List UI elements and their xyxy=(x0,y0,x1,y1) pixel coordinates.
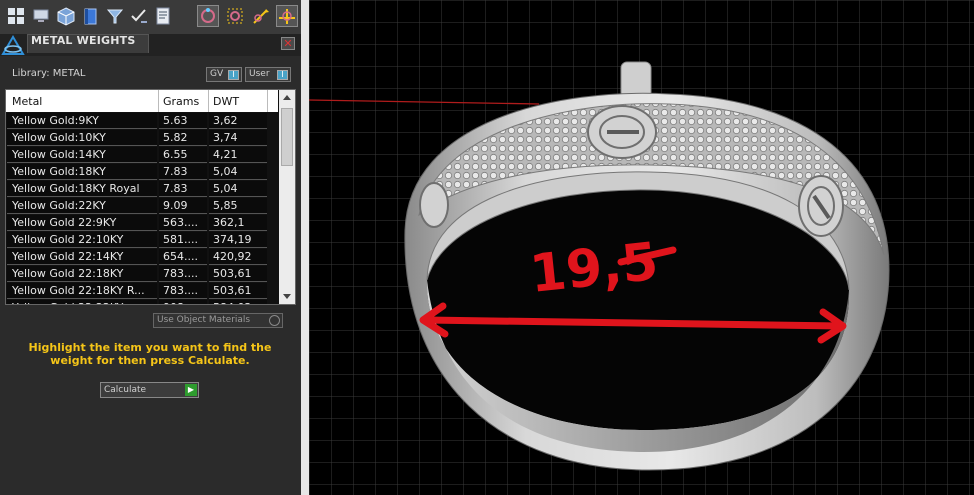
use-object-materials-label: Use Object Materials xyxy=(157,315,251,325)
grams-cell: 581.... xyxy=(159,232,207,248)
grams-cell: 783.... xyxy=(159,283,207,299)
dwt-cell: 5,04 xyxy=(209,164,267,180)
column-header-grams[interactable]: Grams xyxy=(163,95,199,108)
metal-cell: Yellow Gold:14KY xyxy=(7,147,157,163)
dwt-cell: 3,74 xyxy=(209,130,267,146)
dwt-cell: 584,02 xyxy=(209,300,267,304)
table-row[interactable]: Yellow Gold:18KY 7.83 5,04 xyxy=(6,164,278,181)
dwt-cell: 374,19 xyxy=(209,232,267,248)
viewport-canvas[interactable]: 19,5 xyxy=(309,0,974,495)
user-label: User xyxy=(249,69,270,79)
metal-cell: Yellow Gold 22:22KY xyxy=(7,300,157,304)
table-row[interactable]: Yellow Gold 22:10KY 581.... 374,19 xyxy=(6,232,278,249)
cube-icon[interactable] xyxy=(55,5,77,27)
toolbar xyxy=(0,0,301,34)
grams-cell: 783.... xyxy=(159,266,207,282)
dwt-cell: 503,61 xyxy=(209,283,267,299)
gv-toggle[interactable]: GV I xyxy=(206,67,242,82)
metal-cell: Yellow Gold 22:14KY xyxy=(7,249,157,265)
user-toggle[interactable]: User I xyxy=(245,67,291,82)
metal-cell: Yellow Gold:22KY xyxy=(7,198,157,214)
scrollbar-thumb[interactable] xyxy=(281,108,293,166)
ring-measure-icon[interactable] xyxy=(197,5,219,27)
gv-label: GV xyxy=(210,69,224,79)
grams-cell: 908.... xyxy=(159,300,207,304)
grams-cell: 654.... xyxy=(159,249,207,265)
metal-cell: Yellow Gold 22:10KY xyxy=(7,232,157,248)
metal-cell: Yellow Gold:18KY xyxy=(7,164,157,180)
grams-cell: 9.09 xyxy=(159,198,207,214)
grams-cell: 5.63 xyxy=(159,113,207,129)
filter-icon[interactable] xyxy=(104,5,126,27)
axis-transform-icon[interactable] xyxy=(276,5,298,27)
use-object-materials-option[interactable]: Use Object Materials xyxy=(153,313,283,328)
gem-transform-icon[interactable] xyxy=(224,5,246,27)
scroll-up-icon[interactable] xyxy=(279,90,295,106)
layout-icon[interactable] xyxy=(5,5,27,27)
instructions-text: Highlight the item you want to find the … xyxy=(28,341,272,367)
app-logo-icon xyxy=(0,34,26,58)
metal-cell: Yellow Gold 22:18KY xyxy=(7,266,157,282)
table-row[interactable]: Yellow Gold 22:14KY 654.... 420,92 xyxy=(6,249,278,266)
grams-cell: 5.82 xyxy=(159,130,207,146)
transform-icon[interactable] xyxy=(250,5,272,27)
column-header-metal[interactable]: Metal xyxy=(12,95,42,108)
user-checkbox[interactable]: I xyxy=(277,70,288,80)
report-icon[interactable] xyxy=(152,5,174,27)
panel-title: METAL WEIGHTS xyxy=(31,34,136,47)
gv-checkbox[interactable]: I xyxy=(228,70,239,80)
table-header: Metal Grams DWT xyxy=(6,90,278,112)
table-row[interactable]: Yellow Gold:14KY 6.55 4,21 xyxy=(6,147,278,164)
table-row[interactable]: Yellow Gold:22KY 9.09 5,85 xyxy=(6,198,278,215)
dwt-cell: 503,61 xyxy=(209,266,267,282)
panel-divider[interactable] xyxy=(301,0,309,495)
monitor-icon[interactable] xyxy=(30,5,52,27)
play-icon: ▶ xyxy=(185,384,197,396)
check-select-icon[interactable] xyxy=(128,5,150,27)
dwt-cell: 5,04 xyxy=(209,181,267,197)
book-icon[interactable] xyxy=(80,5,102,27)
table-row[interactable]: Yellow Gold 22:18KY R... 783.... 503,61 xyxy=(6,283,278,300)
table-row[interactable]: Yellow Gold:9KY 5.63 3,62 xyxy=(6,113,278,130)
use-object-materials-radio[interactable] xyxy=(269,315,280,326)
grams-cell: 7.83 xyxy=(159,181,207,197)
scroll-down-icon[interactable] xyxy=(279,288,295,304)
grams-cell: 7.83 xyxy=(159,164,207,180)
dwt-cell: 3,62 xyxy=(209,113,267,129)
column-header-dwt[interactable]: DWT xyxy=(213,95,239,108)
dwt-cell: 420,92 xyxy=(209,249,267,265)
metal-cell: Yellow Gold:10KY xyxy=(7,130,157,146)
table-scrollbar[interactable] xyxy=(279,90,295,304)
grams-cell: 6.55 xyxy=(159,147,207,163)
calculate-label: Calculate xyxy=(104,385,147,395)
dwt-cell: 5,85 xyxy=(209,198,267,214)
metal-cell: Yellow Gold 22:9KY xyxy=(7,215,157,231)
metal-weights-panel: METAL WEIGHTS ✕ Library: METAL GV I User… xyxy=(0,0,301,495)
table-row[interactable]: Yellow Gold 22:22KY908....584,02 xyxy=(6,300,278,304)
table-row[interactable]: Yellow Gold:18KY Royal 7.83 5,04 xyxy=(6,181,278,198)
calculate-button[interactable]: Calculate ▶ xyxy=(100,382,199,398)
table-row[interactable]: Yellow Gold 22:18KY 783.... 503,61 xyxy=(6,266,278,283)
metal-cell: Yellow Gold:18KY Royal xyxy=(7,181,157,197)
metal-table: Metal Grams DWT Yellow Gold:9KY 5.63 3,62 Y… xyxy=(5,89,296,305)
dwt-cell: 362,1 xyxy=(209,215,267,231)
table-row[interactable]: Yellow Gold 22:9KY 563.... 362,1 xyxy=(6,215,278,232)
grams-cell: 563.... xyxy=(159,215,207,231)
table-row[interactable]: Yellow Gold:10KY 5.82 3,74 xyxy=(6,130,278,147)
metal-cell: Yellow Gold:9KY xyxy=(7,113,157,129)
close-button[interactable]: ✕ xyxy=(281,37,295,50)
metal-cell: Yellow Gold 22:18KY R... xyxy=(7,283,157,299)
library-label: Library: METAL xyxy=(12,68,86,79)
dwt-cell: 4,21 xyxy=(209,147,267,163)
3d-viewport[interactable]: 19,5 xyxy=(309,0,974,495)
